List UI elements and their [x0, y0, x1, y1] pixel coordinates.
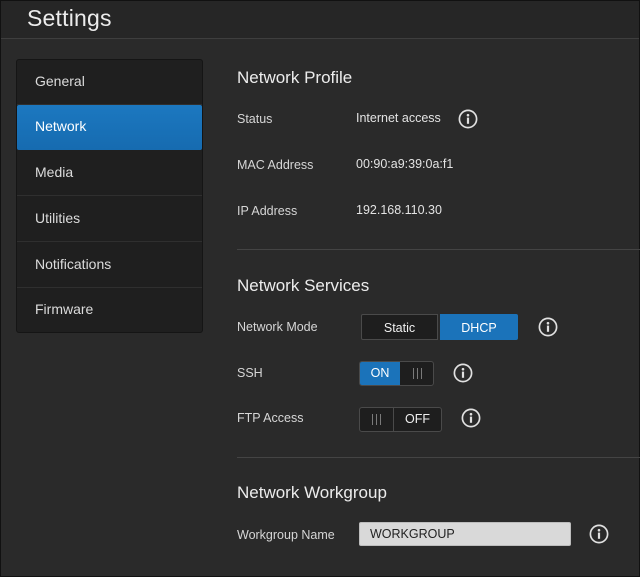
mac-address-label: MAC Address — [237, 158, 314, 172]
ftp-info-icon[interactable] — [461, 408, 481, 428]
sidebar-item-network[interactable]: Network — [17, 105, 202, 150]
network-mode-info-icon[interactable] — [538, 317, 558, 337]
mode-dhcp-button[interactable]: DHCP — [440, 314, 518, 340]
ssh-label: SSH — [237, 366, 263, 380]
grip-lines-icon — [369, 414, 385, 425]
page-title: Settings — [27, 5, 112, 31]
sidebar-item-label: General — [35, 73, 85, 89]
status-label: Status — [237, 112, 273, 126]
sidebar-item-utilities[interactable]: Utilities — [17, 197, 202, 242]
sidebar-item-label: Firmware — [35, 301, 94, 317]
network-workgroup-heading: Network Workgroup — [237, 483, 387, 502]
workgroup-name-input[interactable] — [359, 522, 571, 546]
sidebar-item-label: Network — [35, 118, 87, 134]
sidebar-item-label: Utilities — [35, 210, 81, 226]
workgroup-info-icon[interactable] — [589, 524, 609, 544]
ftp-toggle[interactable]: OFF — [359, 407, 442, 432]
sidebar-item-label: Notifications — [35, 256, 112, 272]
settings-window: Settings General Network Media Utilities… — [0, 0, 640, 577]
network-profile-heading: Network Profile — [237, 68, 353, 87]
grip-lines-icon — [410, 368, 426, 379]
ssh-toggle-state: ON — [360, 362, 400, 385]
sidebar-item-media[interactable]: Media — [17, 151, 202, 196]
status-value: Internet access — [356, 111, 441, 125]
ftp-access-label: FTP Access — [237, 411, 304, 425]
workgroup-name-label: Workgroup Name — [237, 528, 335, 542]
sidebar-item-general[interactable]: General — [17, 60, 202, 105]
header-bar: Settings — [1, 1, 639, 39]
ip-address-label: IP Address — [237, 204, 298, 218]
sidebar: General Network Media Utilities Notifica… — [16, 59, 203, 333]
section-divider — [237, 457, 640, 458]
network-mode-label: Network Mode — [237, 320, 318, 334]
ssh-info-icon[interactable] — [453, 363, 473, 383]
mode-static-button[interactable]: Static — [361, 314, 438, 340]
ip-address-value: 192.168.110.30 — [356, 203, 442, 217]
sidebar-item-notifications[interactable]: Notifications — [17, 243, 202, 288]
mac-address-value: 00:90:a9:39:0a:f1 — [356, 157, 454, 171]
network-services-heading: Network Services — [237, 276, 370, 295]
status-info-icon[interactable] — [458, 109, 478, 129]
ssh-toggle[interactable]: ON — [359, 361, 434, 386]
sidebar-item-firmware[interactable]: Firmware — [17, 288, 202, 333]
ftp-toggle-state: OFF — [393, 408, 441, 431]
sidebar-item-label: Media — [35, 164, 74, 180]
section-divider — [237, 249, 640, 250]
